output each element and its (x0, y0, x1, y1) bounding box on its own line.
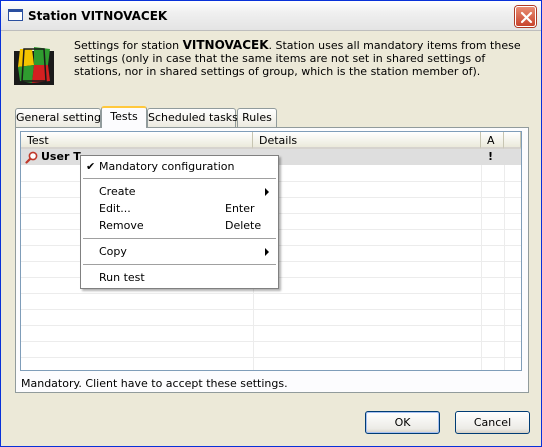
dialog-window: Station VITNOVACEK Settings for station … (0, 0, 542, 447)
row-flag: ! (488, 150, 494, 163)
context-menu: ✔ Mandatory configuration Create Edit...… (80, 155, 279, 289)
menu-item-label: Remove (99, 219, 144, 232)
menu-item-copy[interactable]: Copy (81, 243, 278, 260)
kerio-logo-icon (14, 47, 54, 85)
tab-rules[interactable]: Rules (237, 108, 277, 127)
menu-separator (83, 238, 276, 239)
menu-item-mandatory-configuration[interactable]: ✔ Mandatory configuration (81, 158, 278, 175)
menu-item-shortcut: Delete (225, 219, 262, 232)
tab-general-settings[interactable]: General settings (15, 108, 107, 127)
grid-line (21, 357, 521, 358)
menu-separator (83, 178, 276, 179)
menu-item-label: Edit... (99, 202, 131, 215)
status-text: Mandatory. Client have to accept these s… (21, 377, 288, 390)
menu-separator (83, 264, 276, 265)
column-a[interactable]: A (481, 132, 504, 149)
column-test[interactable]: Test (21, 132, 253, 149)
magnifier-icon (25, 151, 38, 164)
column-filler (504, 132, 521, 149)
list-header: Test Details A (21, 132, 521, 149)
check-icon: ✔ (86, 160, 96, 173)
grid-line (21, 341, 521, 342)
header-text-before: Settings for station (74, 39, 183, 52)
grid-separator (481, 149, 482, 370)
menu-item-label: Create (99, 185, 136, 198)
ok-button[interactable]: OK (365, 411, 440, 434)
menu-item-label: Copy (99, 245, 127, 258)
window-title: Station VITNOVACEK (28, 9, 168, 23)
header-description: Settings for station VITNOVACEK. Station… (74, 38, 529, 79)
close-button[interactable] (515, 6, 536, 27)
cancel-button[interactable]: Cancel (455, 411, 530, 434)
station-name: VITNOVACEK (182, 38, 269, 52)
menu-item-remove[interactable]: Remove Delete (81, 217, 278, 234)
grid-line (21, 309, 521, 310)
menu-item-edit[interactable]: Edit... Enter (81, 200, 278, 217)
row-test-name: User T (41, 150, 81, 163)
menu-item-create[interactable]: Create (81, 183, 278, 200)
menu-item-shortcut: Enter (225, 202, 255, 215)
menu-item-label: Mandatory configuration (99, 160, 235, 173)
menu-item-run-test[interactable]: Run test (81, 269, 278, 286)
grid-line (21, 325, 521, 326)
title-bar[interactable]: Station VITNOVACEK (1, 1, 541, 31)
tab-tests[interactable]: Tests (101, 106, 147, 128)
submenu-arrow-icon (265, 188, 269, 196)
grid-separator (504, 149, 505, 370)
grid-line (21, 293, 521, 294)
window-icon (8, 9, 23, 21)
tab-scheduled-tasks[interactable]: Scheduled tasks (147, 108, 238, 127)
menu-item-label: Run test (99, 271, 145, 284)
submenu-arrow-icon (265, 248, 269, 256)
close-icon (520, 11, 533, 24)
column-details[interactable]: Details (253, 132, 481, 149)
